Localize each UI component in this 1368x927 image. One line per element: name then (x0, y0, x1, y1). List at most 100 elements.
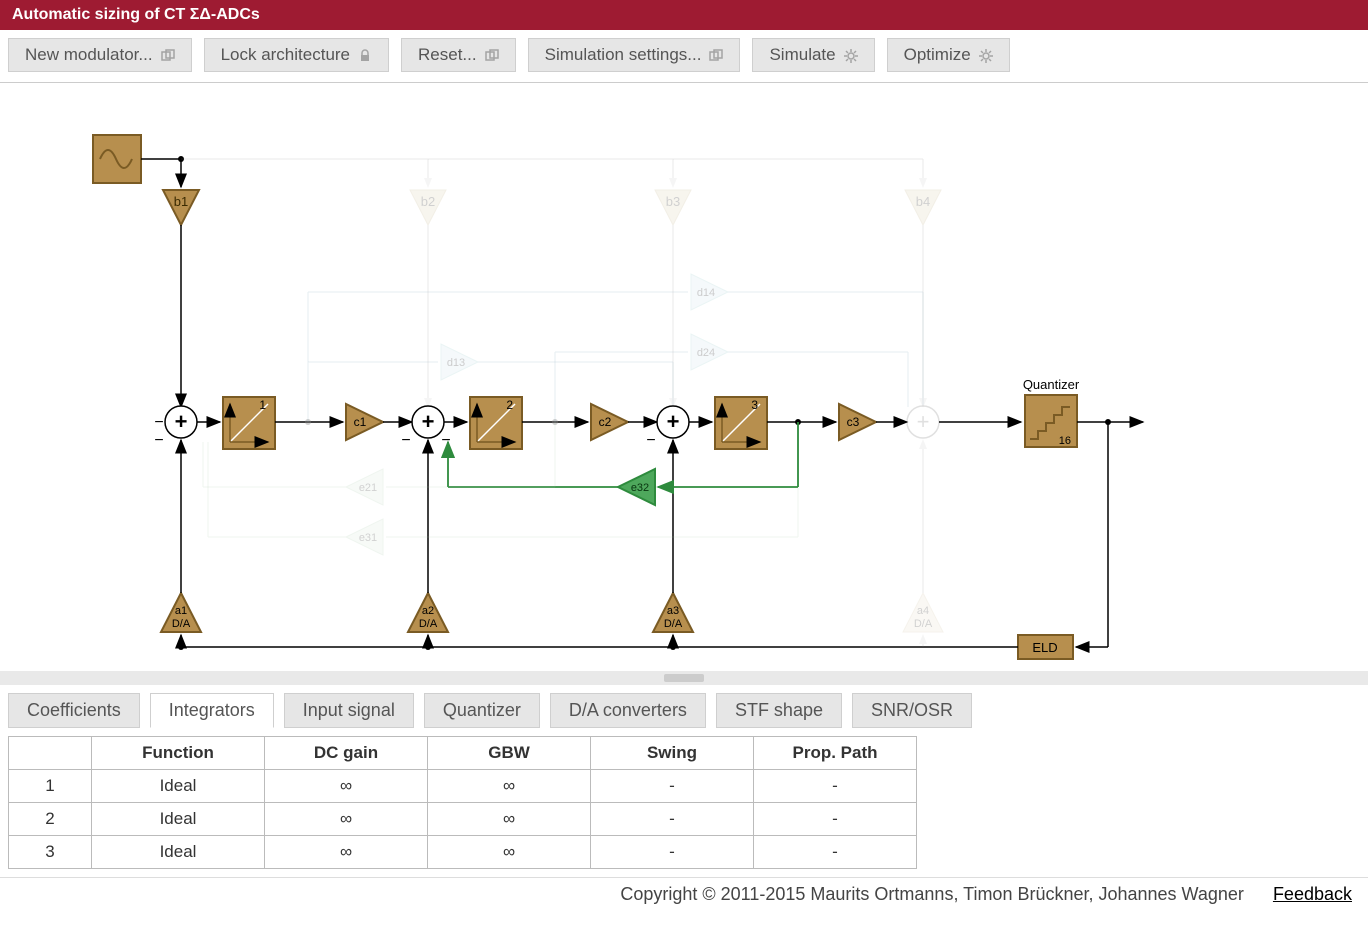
table-row[interactable]: 1Ideal∞∞-- (9, 770, 917, 803)
eld-block[interactable]: ELD (1018, 635, 1073, 659)
cell-id[interactable]: 3 (9, 836, 92, 869)
tab-d-a-converters[interactable]: D/A converters (550, 693, 706, 728)
tab-coefficients[interactable]: Coefficients (8, 693, 140, 728)
col-header: Swing (591, 737, 754, 770)
cell-swing[interactable]: - (591, 836, 754, 869)
integrator-2[interactable]: 2 (470, 397, 522, 449)
cell-prop[interactable]: - (754, 836, 917, 869)
integrators-table: FunctionDC gainGBWSwingProp. Path 1Ideal… (8, 736, 917, 869)
tab-quantizer[interactable]: Quantizer (424, 693, 540, 728)
cell-gbw[interactable]: ∞ (428, 770, 591, 803)
quantizer-block[interactable]: 16 (1025, 395, 1077, 447)
tab-input-signal[interactable]: Input signal (284, 693, 414, 728)
coeff-b3-faded: b3 (428, 159, 691, 407)
a1-da: D/A (172, 618, 191, 630)
integrator-1[interactable]: 1 (223, 397, 275, 449)
splitter-handle[interactable] (664, 674, 704, 682)
svg-text:d13: d13 (447, 357, 465, 369)
coeff-c3[interactable]: c3 (839, 404, 876, 440)
svg-text:a4: a4 (917, 605, 929, 617)
a3-label: a3 (667, 605, 679, 617)
cell-dc_gain[interactable]: ∞ (265, 836, 428, 869)
int3-index: 3 (751, 398, 758, 412)
col-header: GBW (428, 737, 591, 770)
lock-icon (358, 48, 372, 62)
simulation-settings-button[interactable]: Simulation settings... (528, 38, 741, 72)
coeff-b1[interactable]: b1 (163, 190, 199, 225)
tab-snr-osr[interactable]: SNR/OSR (852, 693, 972, 728)
new-modulator-label: New modulator... (25, 45, 153, 65)
cell-dc_gain[interactable]: ∞ (265, 803, 428, 836)
coeff-c2[interactable]: c2 (591, 404, 628, 440)
page-title: Automatic sizing of CT ΣΔ-ADCs (12, 6, 260, 23)
tabs-row: Coefficients Integrators Input signal Quant… (0, 685, 1368, 728)
int2-index: 2 (506, 398, 513, 412)
svg-text:+: + (667, 409, 680, 434)
c2-label: c2 (599, 415, 612, 429)
dac-a4-faded: a4 D/A (903, 440, 943, 647)
cell-gbw[interactable]: ∞ (428, 803, 591, 836)
dac-a3[interactable]: a3 D/A (653, 593, 693, 632)
svg-text:+: + (917, 409, 930, 434)
modulator-diagram[interactable]: b1 b2 b3 b4 + − − 1 c1 + − − 2 c2 + − (8, 87, 1358, 662)
title-bar: Automatic sizing of CT ΣΔ-ADCs (0, 0, 1368, 30)
cell-dc_gain[interactable]: ∞ (265, 770, 428, 803)
svg-text:D/A: D/A (914, 618, 933, 630)
popup-icon (485, 48, 499, 62)
svg-text:+: + (422, 409, 435, 434)
coeff-c1[interactable]: c1 (346, 404, 383, 440)
svg-text:−: − (154, 414, 163, 431)
svg-text:−: − (154, 432, 163, 449)
sum-node-4-faded: + (907, 406, 939, 438)
reset-button[interactable]: Reset... (401, 38, 516, 72)
toolbar: New modulator... Lock architecture Reset… (0, 30, 1368, 83)
cell-function[interactable]: Ideal (92, 770, 265, 803)
dac-a2[interactable]: a2 D/A (408, 593, 448, 632)
tab-integrators[interactable]: Integrators (150, 693, 274, 728)
splitter[interactable] (0, 671, 1368, 685)
new-modulator-button[interactable]: New modulator... (8, 38, 192, 72)
svg-text:e31: e31 (359, 532, 377, 544)
dac-a1[interactable]: a1 D/A (161, 593, 201, 632)
cell-id[interactable]: 1 (9, 770, 92, 803)
svg-text:e21: e21 (359, 482, 377, 494)
a1-label: a1 (175, 605, 187, 617)
coeff-b4-faded: b4 (673, 159, 941, 407)
cell-function[interactable]: Ideal (92, 836, 265, 869)
integrator-3[interactable]: 3 (715, 397, 767, 449)
sum-node-2[interactable]: + − − (401, 406, 450, 449)
col-header: Prop. Path (754, 737, 917, 770)
popup-icon (161, 48, 175, 62)
cell-prop[interactable]: - (754, 803, 917, 836)
optimize-button[interactable]: Optimize (887, 38, 1010, 72)
cell-function[interactable]: Ideal (92, 803, 265, 836)
simulate-label: Simulate (769, 45, 835, 65)
sum-node-1[interactable]: + − − (154, 406, 197, 449)
tab-stf-shape[interactable]: STF shape (716, 693, 842, 728)
coeff-b2-faded: b2 (181, 159, 446, 407)
coeff-d14-faded: d14 (308, 274, 923, 405)
table-row[interactable]: 2Ideal∞∞-- (9, 803, 917, 836)
cell-prop[interactable]: - (754, 770, 917, 803)
gear-icon (979, 48, 993, 62)
table-row[interactable]: 3Ideal∞∞-- (9, 836, 917, 869)
source-block[interactable] (93, 135, 141, 183)
cell-swing[interactable]: - (591, 803, 754, 836)
svg-text:d24: d24 (697, 347, 715, 359)
cell-gbw[interactable]: ∞ (428, 836, 591, 869)
col-header: DC gain (265, 737, 428, 770)
coeff-e31-faded: e31 (208, 442, 798, 555)
svg-text:d14: d14 (697, 287, 715, 299)
cell-id[interactable]: 2 (9, 803, 92, 836)
col-header (9, 737, 92, 770)
svg-text:−: − (401, 432, 410, 449)
b1-label: b1 (174, 194, 188, 209)
sum-node-3[interactable]: + − (646, 406, 689, 449)
e32-label: e32 (631, 482, 649, 494)
simulate-button[interactable]: Simulate (752, 38, 874, 72)
footer: Copyright © 2011-2015 Maurits Ortmanns, … (0, 877, 1368, 911)
lock-architecture-button[interactable]: Lock architecture (204, 38, 389, 72)
cell-swing[interactable]: - (591, 770, 754, 803)
svg-text:b2: b2 (421, 194, 435, 209)
feedback-link[interactable]: Feedback (1273, 884, 1352, 904)
